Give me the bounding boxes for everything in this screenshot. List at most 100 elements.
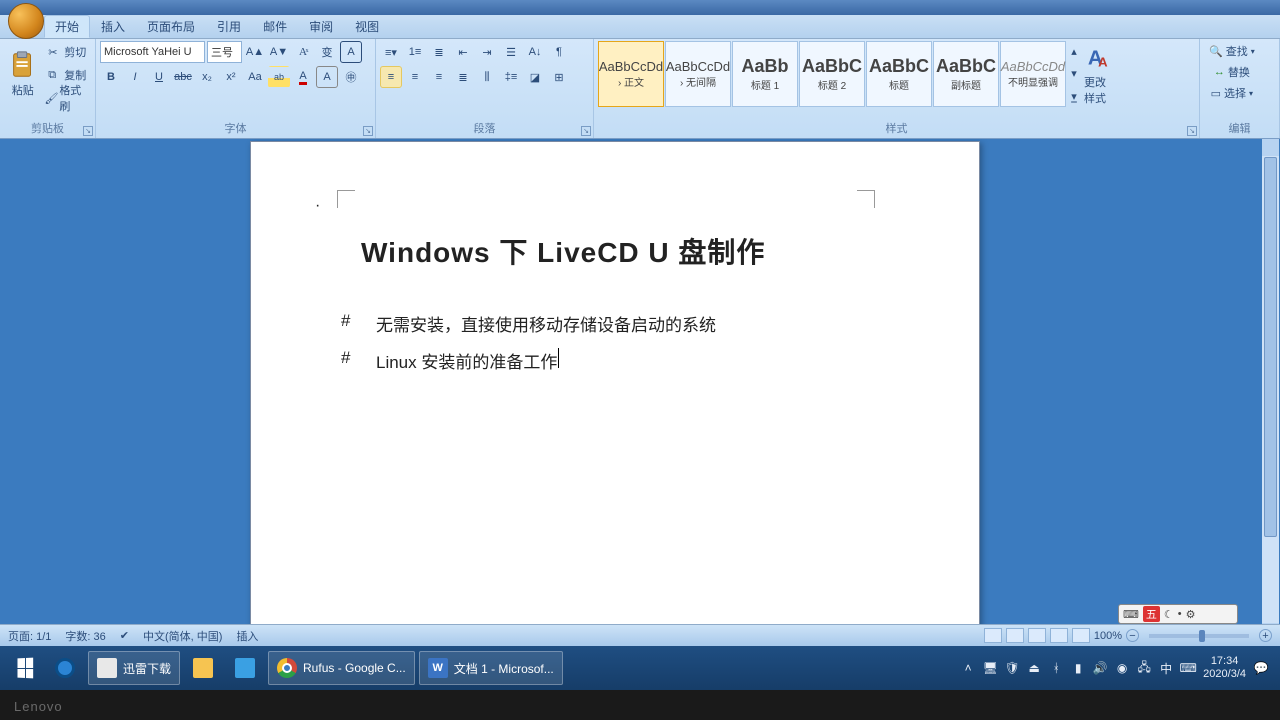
- tab-mailings[interactable]: 邮件: [252, 15, 298, 38]
- scroll-up-button[interactable]: [1262, 139, 1279, 156]
- font-color-button[interactable]: A: [292, 66, 314, 88]
- shrink-font-button[interactable]: A▼: [268, 41, 290, 63]
- font-name-select[interactable]: Microsoft YaHei U: [100, 41, 205, 63]
- scroll-thumb[interactable]: [1264, 157, 1277, 537]
- tab-start[interactable]: 开始: [44, 15, 90, 38]
- clipboard-launcher[interactable]: ↘: [83, 126, 93, 136]
- cut-button[interactable]: ✂剪切: [43, 41, 91, 63]
- notification-icon[interactable]: 💬: [1254, 661, 1268, 675]
- styles-scroll-down[interactable]: ▾: [1067, 63, 1081, 84]
- ime-toolbar[interactable]: ⌨ 五 ☾ • ⚙: [1118, 604, 1238, 624]
- draft-view[interactable]: [1072, 628, 1090, 643]
- style-title[interactable]: AaBbC标题: [866, 41, 932, 107]
- taskbar-item-word[interactable]: W文档 1 - Microsof...: [419, 651, 563, 685]
- highlight-button[interactable]: ab: [268, 66, 290, 88]
- start-button[interactable]: [8, 651, 42, 685]
- bluetooth-icon[interactable]: ᚼ: [1049, 661, 1063, 675]
- zoom-slider[interactable]: [1149, 634, 1249, 638]
- language-indicator[interactable]: 中文(简体, 中国): [143, 628, 222, 644]
- page[interactable]: · Windows 下 LiveCD U 盘制作 #无需安装，直接使用移动存储设…: [250, 141, 980, 640]
- find-button[interactable]: 🔍查找▾: [1204, 41, 1260, 61]
- styles-launcher[interactable]: ↘: [1187, 126, 1197, 136]
- line-spacing-button[interactable]: ‡≡: [500, 66, 522, 88]
- paragraph-launcher[interactable]: ↘: [581, 126, 591, 136]
- enclose-char-button[interactable]: ㊥: [340, 66, 362, 88]
- ime-moon-icon[interactable]: ☾: [1164, 608, 1174, 621]
- ime-gear-icon[interactable]: ⚙: [1186, 608, 1196, 621]
- select-button[interactable]: ▭选择▾: [1204, 83, 1260, 103]
- style-subtitle[interactable]: AaBbC副标题: [933, 41, 999, 107]
- change-styles-button[interactable]: AA 更改样式: [1083, 41, 1117, 107]
- style-normal[interactable]: AaBbCcDd› 正文: [598, 41, 664, 107]
- fullscreen-view[interactable]: [1006, 628, 1024, 643]
- web-layout-view[interactable]: [1028, 628, 1046, 643]
- network-icon[interactable]: 🖧: [1137, 661, 1151, 675]
- align-left-button[interactable]: ≡: [380, 66, 402, 88]
- insert-mode[interactable]: 插入: [236, 628, 258, 644]
- shading-button[interactable]: ◪: [524, 66, 546, 88]
- battery-icon[interactable]: ▮: [1071, 661, 1085, 675]
- volume-icon[interactable]: 🔊: [1093, 661, 1107, 675]
- zoom-percent[interactable]: 100%: [1094, 630, 1122, 642]
- shield-icon[interactable]: 🛡: [1005, 661, 1019, 675]
- tab-review[interactable]: 审阅: [298, 15, 344, 38]
- ime-dot-icon[interactable]: •: [1178, 608, 1182, 620]
- print-layout-view[interactable]: [984, 628, 1002, 643]
- document-line[interactable]: #无需安装，直接使用移动存储设备启动的系统: [341, 311, 889, 336]
- italic-button[interactable]: I: [124, 66, 146, 88]
- clock[interactable]: 17:342020/3/4: [1203, 655, 1246, 681]
- format-painter-button[interactable]: 🖌格式刷: [43, 87, 91, 109]
- document-area[interactable]: · Windows 下 LiveCD U 盘制作 #无需安装，直接使用移动存储设…: [0, 139, 1280, 640]
- word-count[interactable]: 字数: 36: [65, 628, 105, 644]
- taskbar-item-mail[interactable]: [226, 651, 264, 685]
- numbering-button[interactable]: 1≡: [404, 41, 426, 63]
- tab-references[interactable]: 引用: [206, 15, 252, 38]
- tab-page-layout[interactable]: 页面布局: [136, 15, 206, 38]
- underline-button[interactable]: U: [148, 66, 170, 88]
- document-line[interactable]: #Linux 安装前的准备工作: [341, 348, 889, 373]
- strikethrough-button[interactable]: abc: [172, 66, 194, 88]
- spellcheck-icon[interactable]: ✔: [120, 629, 129, 642]
- align-right-button[interactable]: ≡: [428, 66, 450, 88]
- font-launcher[interactable]: ↘: [363, 126, 373, 136]
- decrease-indent-button[interactable]: ⇤: [452, 41, 474, 63]
- style-subtle-emphasis[interactable]: AaBbCcDd不明显强调: [1000, 41, 1066, 107]
- ime-badge[interactable]: 五: [1143, 606, 1160, 622]
- replace-button[interactable]: ↔替换: [1204, 62, 1260, 82]
- style-heading2[interactable]: AaBbC标题 2: [799, 41, 865, 107]
- usb-icon[interactable]: ⏏: [1027, 661, 1041, 675]
- superscript-button[interactable]: x²: [220, 66, 242, 88]
- asian-layout-button[interactable]: ☰: [500, 41, 522, 63]
- clear-format-button[interactable]: Aͯ: [292, 41, 314, 63]
- monitor-icon[interactable]: 🖥: [983, 661, 997, 675]
- taskbar-item-store[interactable]: [184, 651, 222, 685]
- style-heading1[interactable]: AaBb标题 1: [732, 41, 798, 107]
- office-button[interactable]: [8, 3, 44, 39]
- justify-button[interactable]: ≣: [452, 66, 474, 88]
- paste-button[interactable]: 粘贴: [4, 41, 41, 107]
- document-title[interactable]: Windows 下 LiveCD U 盘制作: [361, 231, 889, 271]
- zoom-in-button[interactable]: +: [1259, 629, 1272, 642]
- styles-scroll-up[interactable]: ▴: [1067, 41, 1081, 62]
- grow-font-button[interactable]: A▲: [244, 41, 266, 63]
- tab-insert[interactable]: 插入: [90, 15, 136, 38]
- char-shading-button[interactable]: A: [316, 66, 338, 88]
- distribute-button[interactable]: ⫼: [476, 66, 498, 88]
- ime-indicator[interactable]: 中: [1159, 661, 1173, 675]
- taskbar-item-chrome[interactable]: Rufus - Google C...: [268, 651, 415, 685]
- align-center-button[interactable]: ≡: [404, 66, 426, 88]
- font-size-select[interactable]: 三号: [207, 41, 242, 63]
- multilevel-button[interactable]: ≣: [428, 41, 450, 63]
- edge-taskbar-icon[interactable]: [46, 651, 84, 685]
- styles-expand[interactable]: ▾̲: [1067, 86, 1081, 107]
- page-indicator[interactable]: 页面: 1/1: [8, 628, 51, 644]
- increase-indent-button[interactable]: ⇥: [476, 41, 498, 63]
- styles-gallery[interactable]: AaBbCcDd› 正文 AaBbCcDd› 无间隔 AaBb标题 1 AaBb…: [598, 41, 1081, 107]
- zoom-out-button[interactable]: −: [1126, 629, 1139, 642]
- bullets-button[interactable]: ≡▾: [380, 41, 402, 63]
- keyboard-icon[interactable]: ⌨: [1181, 661, 1195, 675]
- outline-view[interactable]: [1050, 628, 1068, 643]
- show-marks-button[interactable]: ¶: [548, 41, 570, 63]
- phonetic-guide-button[interactable]: 变: [316, 41, 338, 63]
- change-case-button[interactable]: Aa: [244, 66, 266, 88]
